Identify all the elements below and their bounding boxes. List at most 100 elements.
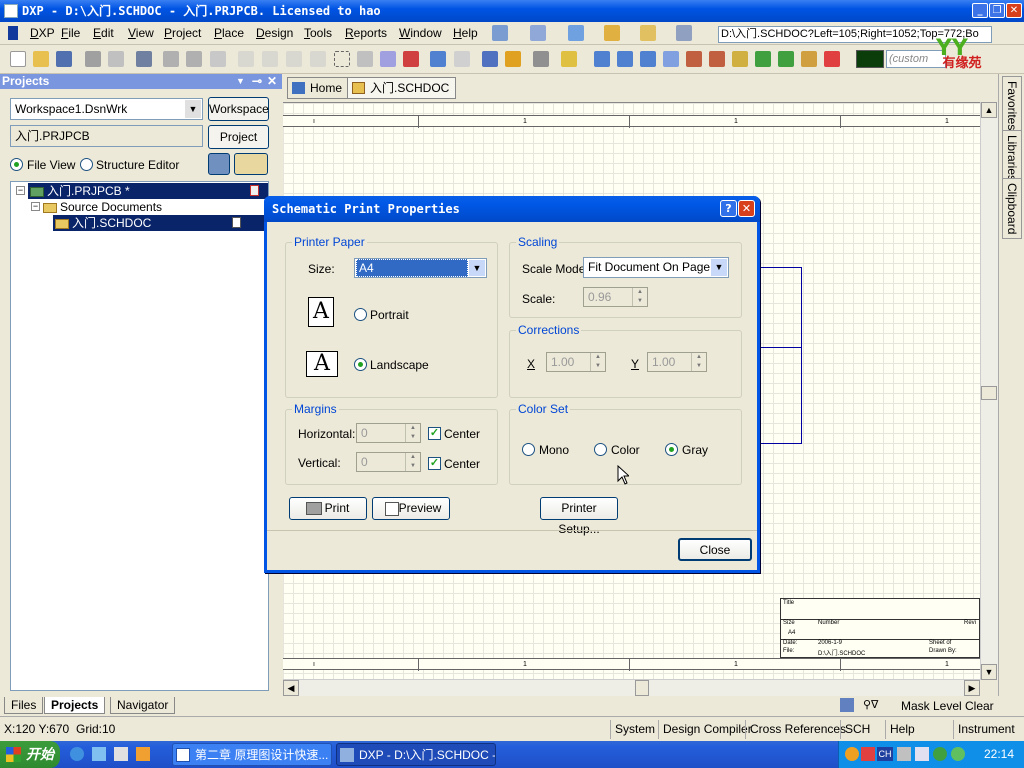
- project-field[interactable]: 入门.PRJPCB: [10, 125, 203, 147]
- rubber-stamp-icon[interactable]: [310, 51, 326, 67]
- mask-level-button[interactable]: Mask Level: [901, 699, 962, 713]
- collapse-icon[interactable]: −: [16, 186, 25, 195]
- scroll-up-icon[interactable]: ▲: [981, 102, 997, 118]
- redo-icon[interactable]: [454, 51, 470, 67]
- move-icon[interactable]: [357, 51, 373, 67]
- landscape-radio[interactable]: [354, 358, 367, 371]
- bus-entry-icon[interactable]: [640, 51, 656, 67]
- new-icon[interactable]: [10, 51, 26, 67]
- gray-radio[interactable]: [665, 443, 678, 456]
- wire[interactable]: [760, 443, 802, 444]
- paste-icon[interactable]: [286, 51, 302, 67]
- menu-view[interactable]: View: [128, 26, 154, 40]
- horizontal-margin-spinner[interactable]: 0 ▲ ▼: [356, 423, 421, 443]
- status-sch[interactable]: SCH: [840, 720, 874, 739]
- menu-design[interactable]: Design: [256, 26, 293, 40]
- zoom-fit-icon[interactable]: [163, 51, 179, 67]
- port-icon[interactable]: [801, 51, 817, 67]
- menu-window[interactable]: Window: [399, 26, 442, 40]
- spinner-arrows-icon[interactable]: ▲ ▼: [590, 353, 605, 371]
- collapse-icon[interactable]: −: [31, 202, 40, 211]
- ie-icon[interactable]: [70, 747, 84, 761]
- spinner-arrows-icon[interactable]: ▲ ▼: [405, 453, 420, 471]
- open-project-icon[interactable]: [136, 51, 152, 67]
- deselect-icon[interactable]: [403, 51, 419, 67]
- task-word-doc[interactable]: 第二章 原理图设计快速...: [172, 743, 332, 766]
- vertical-margin-spinner[interactable]: 0 ▲ ▼: [356, 452, 421, 472]
- drawing-tool-icon[interactable]: [640, 25, 656, 41]
- panel-close-icon[interactable]: ✕: [267, 74, 277, 89]
- horizontal-scrollbar[interactable]: ◀ ▶: [283, 679, 980, 696]
- help-advisor-icon[interactable]: [561, 51, 577, 67]
- zoom-area-icon[interactable]: [186, 51, 202, 67]
- spinner-arrows-icon[interactable]: ▲ ▼: [405, 424, 420, 442]
- status-instrument-racks[interactable]: Instrument Racks: [953, 720, 1024, 755]
- menu-help[interactable]: Help: [453, 26, 478, 40]
- zoom-selected-icon[interactable]: [210, 51, 226, 67]
- sheet-entry-icon[interactable]: [778, 51, 794, 67]
- projects-panel-header[interactable]: Projects ▼ ⊸ ✕: [0, 74, 282, 89]
- wiring-tool-icon[interactable]: [492, 25, 508, 41]
- menu-project[interactable]: Project: [164, 26, 201, 40]
- menu-dxp[interactable]: DXP: [30, 26, 55, 40]
- spinner-arrows-icon[interactable]: ▲ ▼: [632, 288, 647, 306]
- app-title-bar[interactable]: DXP - D:\入门.SCHDOC - 入门.PRJPCB. Licensed…: [0, 0, 1024, 22]
- save-icon[interactable]: [56, 51, 72, 67]
- file-view-radio[interactable]: [10, 158, 23, 171]
- close-window-button[interactable]: ✕: [1006, 3, 1022, 18]
- hscroll-thumb[interactable]: [635, 680, 649, 696]
- status-help[interactable]: Help: [885, 720, 919, 739]
- network-icon[interactable]: [915, 747, 929, 761]
- wire[interactable]: [760, 347, 802, 348]
- panel-menu-icon[interactable]: ▼: [236, 74, 245, 89]
- vertical-scrollbar[interactable]: ▲ ▼: [980, 102, 998, 680]
- place-part-icon[interactable]: [732, 51, 748, 67]
- sheet-symbol-icon[interactable]: [755, 51, 771, 67]
- grid-icon[interactable]: [676, 25, 692, 41]
- dialog-title-bar[interactable]: Schematic Print Properties ? ✕: [264, 196, 760, 222]
- chevron-down-icon[interactable]: ▼: [185, 100, 201, 118]
- media-icon[interactable]: [114, 747, 128, 761]
- mask-pen-icon[interactable]: [840, 698, 854, 712]
- print-button[interactable]: Print: [289, 497, 367, 520]
- tree-project-node[interactable]: 入门.PRJPCB *: [28, 183, 268, 199]
- color-radio[interactable]: [594, 443, 607, 456]
- menu-file[interactable]: File: [61, 26, 80, 40]
- menu-edit[interactable]: Edit: [93, 26, 114, 40]
- minimize-button[interactable]: _: [972, 3, 988, 18]
- tab-navigator[interactable]: Navigator: [110, 697, 176, 714]
- maximize-button[interactable]: ❐: [989, 3, 1005, 18]
- menu-place[interactable]: Place: [214, 26, 244, 40]
- chevron-down-icon[interactable]: ▼: [711, 259, 727, 276]
- status-cross-references[interactable]: Cross References: [745, 720, 850, 739]
- ground-icon[interactable]: [568, 25, 584, 41]
- menu-reports[interactable]: Reports: [345, 26, 387, 40]
- printer-setup-button[interactable]: Printer Setup...: [540, 497, 618, 536]
- place-bus-icon[interactable]: [617, 51, 633, 67]
- tray-icon[interactable]: [897, 747, 911, 761]
- tab-favorites[interactable]: Favorites: [1002, 76, 1022, 136]
- vertical-center-checkbox[interactable]: ✓: [428, 457, 441, 470]
- select-inside-icon[interactable]: [380, 51, 396, 67]
- tab-schdoc[interactable]: 入门.SCHDOC: [347, 77, 457, 99]
- library-icon[interactable]: [533, 51, 549, 67]
- y-correction-spinner[interactable]: 1.00 ▲ ▼: [647, 352, 707, 372]
- paper-size-combo[interactable]: A4 ▼: [354, 258, 487, 278]
- horizontal-center-checkbox[interactable]: ✓: [428, 427, 441, 440]
- wire[interactable]: [760, 267, 802, 268]
- tab-files[interactable]: Files: [4, 697, 44, 714]
- print-preview-icon[interactable]: [108, 51, 124, 67]
- select-area-icon[interactable]: [334, 51, 350, 67]
- x-correction-spinner[interactable]: 1.00 ▲ ▼: [546, 352, 606, 372]
- scale-spinner[interactable]: 0.96 ▲ ▼: [583, 287, 648, 307]
- scroll-right-icon[interactable]: ▶: [964, 680, 980, 696]
- tab-clipboard[interactable]: Clipboard: [1002, 178, 1022, 240]
- no-erc-icon[interactable]: [824, 51, 840, 67]
- part-icon[interactable]: [604, 25, 620, 41]
- status-system[interactable]: System: [610, 720, 659, 739]
- project-tree[interactable]: − 入门.PRJPCB * − Source Documents 入门.SCHD…: [10, 181, 269, 691]
- pin-icon[interactable]: ⊸: [252, 74, 262, 89]
- tree-source-documents[interactable]: Source Documents: [43, 199, 162, 215]
- copy-icon[interactable]: [262, 51, 278, 67]
- status-design-compiler[interactable]: Design Compiler: [658, 720, 756, 739]
